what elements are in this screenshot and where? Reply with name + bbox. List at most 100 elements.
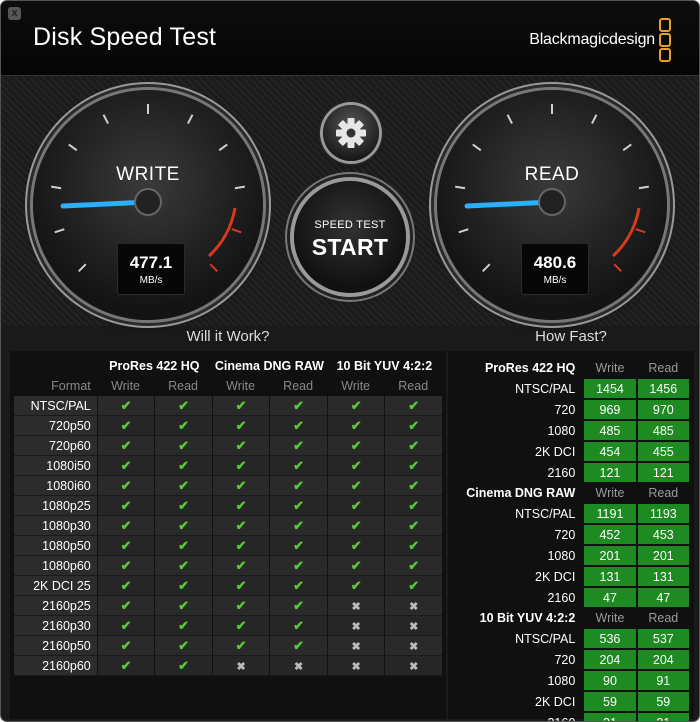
gauge-tick [455,185,466,190]
compat-cell: ✔ [211,576,270,596]
check-icon: ✔ [235,557,247,573]
section-name: ProRes 422 HQ [484,361,576,375]
x-icon: ✖ [351,640,361,653]
check-icon: ✔ [120,617,132,633]
check-icon: ✔ [235,637,247,653]
format-cell: 2160p30 [14,616,97,636]
read-column-header: Read [648,486,679,500]
check-icon: ✔ [350,417,362,433]
compat-cell: ✔ [384,436,442,456]
compat-cell: ✔ [269,396,327,416]
write-fps-cell: 47 [583,587,637,608]
x-icon: ✖ [351,600,361,613]
compat-cell: ✔ [96,516,155,536]
check-icon: ✔ [120,517,132,533]
table-row: 1080p25 ✔ ✔ ✔ ✔ ✔ ✔ [14,496,442,516]
brand-name: Blackmagicdesign [529,31,655,48]
check-icon: ✔ [178,557,190,573]
compat-cell: ✔ [154,616,212,636]
gauge-tick [102,114,109,125]
start-button-label: START [311,234,389,260]
table-row: 2160p60 ✔ ✔ ✖ ✖ ✖ ✖ [14,656,442,676]
write-fps-cell: 201 [583,545,637,566]
gauge-tick [638,185,649,190]
check-icon: ✔ [120,657,132,673]
compat-cell: ✔ [211,416,270,436]
table-row: 1080i50 ✔ ✔ ✔ ✔ ✔ ✔ [14,456,442,476]
write-fps-cell: 131 [583,566,637,587]
read-value-box: 480.6 MB/s [521,243,589,295]
gauge-tick [622,143,632,152]
check-icon: ✔ [178,417,190,433]
resolution-cell: 2K DCI [535,694,576,709]
format-cell: 720p50 [14,416,97,436]
resolution-cell: 720 [554,402,576,417]
check-icon: ✔ [178,577,190,593]
start-button-caption: SPEED TEST [314,219,386,231]
compat-cell: ✔ [384,416,442,436]
read-fps-cell: 453 [636,524,690,545]
check-icon: ✔ [120,417,132,433]
gauge-tick [472,143,482,152]
compat-cell: ✔ [154,456,212,476]
compat-cell: ✔ [384,476,442,496]
table-row: NTSC/PAL 1191 1193 [452,503,690,524]
compat-cell: ✔ [211,516,270,536]
check-icon: ✔ [120,577,132,593]
gauge-tick [613,263,623,273]
check-icon: ✔ [408,437,420,453]
write-fps-cell: 121 [583,462,637,483]
compat-cell: ✔ [211,596,270,616]
group-header: 10 Bit YUV 4:2:2 [336,359,433,373]
settings-button[interactable] [323,105,379,161]
format-cell: 2160p60 [14,656,97,676]
gauge-tick [591,114,598,125]
read-column-header: Read [168,379,198,393]
compat-cell: ✖ [384,596,442,616]
check-icon: ✔ [178,617,190,633]
format-cell: 2160p25 [14,596,97,616]
group-header: Cinema DNG RAW [214,359,324,373]
gauge-tick [635,228,646,234]
gauge-tick [458,228,469,234]
compat-cell: ✔ [269,456,327,476]
compat-cell: ✔ [96,636,155,656]
table-row: 720 452 453 [452,524,690,545]
x-icon: ✖ [409,660,419,673]
compat-cell: ✔ [326,456,385,476]
compat-cell: ✔ [269,436,327,456]
check-icon: ✔ [408,417,420,433]
close-icon[interactable]: x [8,7,21,20]
check-icon: ✔ [350,437,362,453]
read-fps-cell: 59 [636,691,690,712]
x-icon: ✖ [236,660,246,673]
check-icon: ✔ [235,497,247,513]
resolution-cell: 2K DCI [535,444,576,459]
check-icon: ✔ [293,477,305,493]
start-button[interactable]: SPEED TEST START [294,181,406,293]
read-column-header: Read [398,379,429,393]
check-icon: ✔ [178,637,190,653]
check-icon: ✔ [293,417,305,433]
check-icon: ✔ [408,537,420,553]
read-fps-cell: 47 [636,587,690,608]
compat-cell: ✔ [326,556,385,576]
check-icon: ✔ [408,397,420,413]
check-icon: ✔ [293,577,305,593]
check-icon: ✔ [120,457,132,473]
resolution-cell: 2K DCI [535,569,576,584]
table-row: 720p60 ✔ ✔ ✔ ✔ ✔ ✔ [14,436,442,456]
table-row: 2160p50 ✔ ✔ ✔ ✔ ✖ ✖ [14,636,442,656]
format-cell: 1080p25 [14,496,97,516]
write-label: WRITE [116,164,180,185]
check-icon: ✔ [235,577,247,593]
table-row: 1080p60 ✔ ✔ ✔ ✔ ✔ ✔ [14,556,442,576]
compat-cell: ✔ [154,476,212,496]
read-column-header: Read [283,379,314,393]
resolution-cell: 1080 [547,548,576,563]
gear-icon [336,118,366,148]
resolution-cell: 2160 [452,712,583,722]
check-icon: ✔ [120,557,132,573]
write-column-header: Write [595,361,625,375]
compat-cell: ✔ [326,476,385,496]
